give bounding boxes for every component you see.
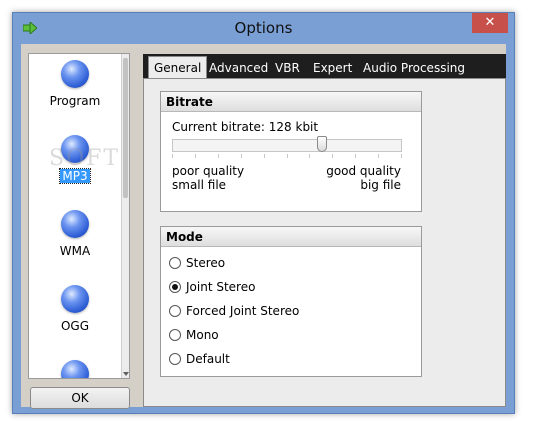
blue-orb-icon [61,285,89,313]
slider-tick [378,154,379,158]
radio-label: Joint Stereo [186,280,256,294]
ok-button[interactable]: OK [30,387,130,409]
client-area: Program MP3 WMA OGG SOFTPEDIA [21,44,506,409]
radio-label: Stereo [186,256,226,270]
sidebar-item-ogg[interactable]: OGG [29,285,121,347]
window-title: Options [234,19,293,37]
tab-vbr[interactable]: VBR [275,58,300,78]
options-window: Options ✕ Program MP3 WMA OGG SOFT OK Ge… [12,12,515,414]
poor-quality-label: poor quality [172,164,245,178]
bitrate-slider-thumb[interactable] [317,136,327,152]
radio-mono[interactable]: Mono [169,327,219,343]
general-tab-panel: Bitrate Current bitrate: 128 kbit poor q… [143,78,506,407]
slider-tick [355,154,356,158]
blue-orb-icon [61,60,89,88]
slider-tick [218,154,219,158]
title-bar[interactable]: Options ✕ [13,13,514,43]
bitrate-heading: Bitrate [161,92,421,112]
slider-tick [401,154,402,158]
radio-button[interactable] [169,257,181,269]
sidebar-item-label: WMA [59,244,91,258]
tab-expert[interactable]: Expert [313,58,352,78]
sidebar-item-label: MP3 [59,168,91,184]
slider-tick [241,154,242,158]
radio-label: Mono [186,328,219,342]
radio-button[interactable] [169,305,181,317]
tab-audio-processing[interactable]: Audio Processing [363,58,465,78]
slider-tick [195,154,196,158]
tab-strip: General Advanced VBR Expert Audio Proces… [143,54,506,78]
blue-orb-icon [61,135,89,163]
current-bitrate-label: Current bitrate: 128 kbit [172,120,319,134]
sidebar-item-label: Program [49,94,101,108]
blue-orb-icon [61,360,89,378]
bitrate-group: Bitrate Current bitrate: 128 kbit poor q… [160,91,422,212]
sidebar-scrollbar[interactable] [121,54,129,378]
sidebar-item-mp3[interactable]: MP3 [29,135,121,197]
tab-general[interactable]: General [148,56,208,78]
radio-button[interactable] [169,353,181,365]
slider-tick [309,154,310,158]
radio-stereo[interactable]: Stereo [169,255,225,271]
close-icon: ✕ [484,15,496,30]
category-list[interactable]: Program MP3 WMA OGG SOFTPEDIA [28,53,130,379]
sidebar-item-wma[interactable]: WMA [29,210,121,272]
mode-heading: Mode [161,227,421,247]
sidebar-item-label: OGG [60,319,90,333]
mode-group: Mode Stereo Joint Stereo Forced Joint St… [160,226,422,377]
radio-joint-stereo[interactable]: Joint Stereo [169,279,255,295]
radio-label: Forced Joint Stereo [186,304,300,318]
small-file-label: small file [172,178,227,192]
radio-default[interactable]: Default [169,351,230,367]
close-button[interactable]: ✕ [472,13,508,33]
slider-tick [172,154,173,158]
bitrate-slider-track[interactable] [172,139,402,152]
big-file-label: big file [360,178,401,192]
radio-label: Default [186,352,230,366]
scroll-thumb[interactable] [123,58,128,198]
tab-advanced[interactable]: Advanced [209,58,268,78]
blue-orb-icon [61,210,89,238]
good-quality-label: good quality [326,164,401,178]
radio-forced-joint-stereo[interactable]: Forced Joint Stereo [169,303,299,319]
radio-button-checked[interactable] [169,281,181,293]
radio-button[interactable] [169,329,181,341]
slider-tick [287,154,288,158]
sidebar-item-partial[interactable] [29,360,121,378]
scroll-down-icon[interactable] [123,372,129,376]
slider-tick [264,154,265,158]
slider-ticks [172,154,402,158]
sidebar-item-program[interactable]: Program [29,60,121,122]
slider-tick [332,154,333,158]
